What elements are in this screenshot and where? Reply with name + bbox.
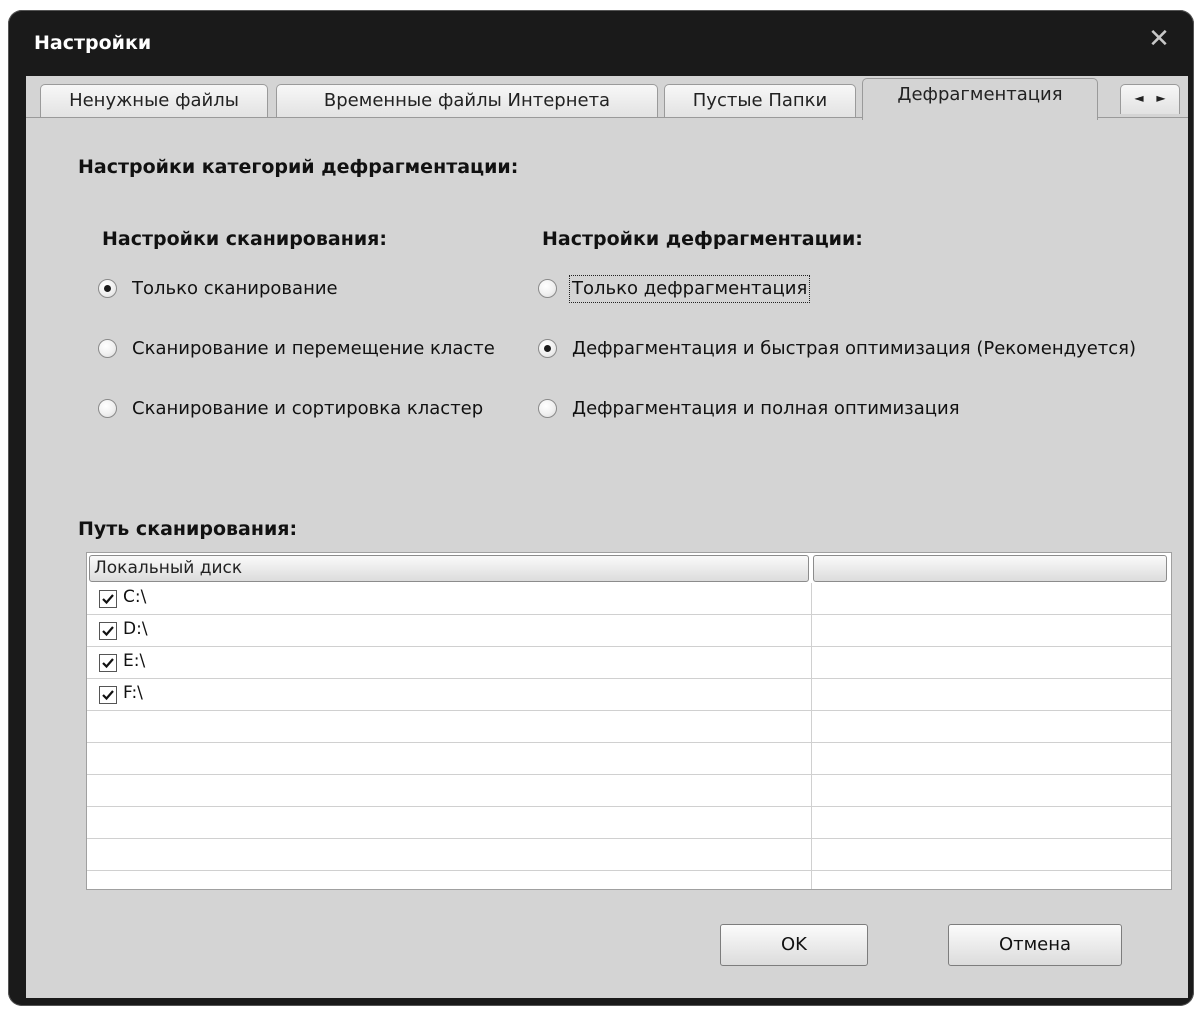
- scan-path-grid: Локальный диск C:\ D:\ E:\ F:\: [86, 552, 1172, 890]
- radio-unchecked-icon: [538, 399, 557, 418]
- radio-unchecked-icon: [98, 339, 117, 358]
- radio-checked-icon: [98, 279, 117, 298]
- drive-checkbox[interactable]: [99, 686, 117, 704]
- radio-defrag-only[interactable]: Только дефрагментация: [538, 275, 1178, 304]
- scroll-right-icon[interactable]: ►: [1151, 91, 1171, 105]
- scan-path-title: Путь сканирования:: [78, 518, 298, 540]
- radio-scan-only[interactable]: Только сканирование: [98, 276, 518, 304]
- radio-scan-and-move-clusters[interactable]: Сканирование и перемещение класте: [98, 336, 518, 364]
- radio-label: Только сканирование: [132, 278, 338, 299]
- column-header-empty[interactable]: [813, 555, 1167, 582]
- title-bar[interactable]: Настройки ✕: [8, 10, 1194, 72]
- table-row[interactable]: E:\: [87, 647, 1171, 679]
- radio-defrag-full-optimization[interactable]: Дефрагментация и полная оптимизация: [538, 396, 1178, 424]
- radio-label: Сканирование и сортировка кластер: [132, 398, 484, 419]
- tab-empty-folders[interactable]: Пустые Папки: [664, 84, 856, 118]
- table-row-empty: [87, 743, 1171, 775]
- radio-defrag-fast-optimization[interactable]: Дефрагментация и быстрая оптимизация (Ре…: [538, 336, 1176, 364]
- table-row-empty: [87, 871, 1171, 889]
- close-icon[interactable]: ✕: [1144, 24, 1174, 54]
- tab-junk-files[interactable]: Ненужные файлы: [40, 84, 268, 118]
- drive-checkbox[interactable]: [99, 590, 117, 608]
- drive-label: F:\: [123, 683, 143, 703]
- drive-label: E:\: [123, 651, 146, 671]
- scan-settings-title: Настройки сканирования:: [102, 228, 387, 250]
- radio-unchecked-icon: [538, 279, 557, 298]
- drive-label: D:\: [123, 619, 148, 639]
- table-row-empty: [87, 807, 1171, 839]
- section-title: Настройки категорий дефрагментации:: [78, 156, 519, 178]
- defrag-settings-title: Настройки дефрагментации:: [542, 228, 863, 250]
- column-divider: [811, 583, 812, 889]
- tab-defragmentation[interactable]: Дефрагментация: [862, 78, 1098, 120]
- table-row-empty: [87, 839, 1171, 871]
- drive-label: C:\: [123, 587, 147, 607]
- tab-internet-temp-files[interactable]: Временные файлы Интернета: [276, 84, 658, 118]
- radio-label: Сканирование и перемещение класте: [132, 338, 495, 359]
- scroll-left-icon[interactable]: ◄: [1129, 91, 1149, 105]
- radio-unchecked-icon: [98, 399, 117, 418]
- radio-label: Дефрагментация и быстрая оптимизация (Ре…: [572, 338, 1137, 359]
- radio-scan-and-sort-clusters[interactable]: Сканирование и сортировка кластер: [98, 396, 518, 424]
- table-row-empty: [87, 711, 1171, 743]
- table-row[interactable]: D:\: [87, 615, 1171, 647]
- column-header-local-disk[interactable]: Локальный диск: [89, 555, 809, 582]
- tab-scroll-arrows: ◄ ►: [1120, 84, 1180, 114]
- dialog-body: Ненужные файлы Временные файлы Интернета…: [26, 76, 1188, 998]
- drive-checkbox[interactable]: [99, 654, 117, 672]
- table-row[interactable]: F:\: [87, 679, 1171, 711]
- radio-label: Только дефрагментация: [568, 275, 811, 303]
- radio-label: Дефрагментация и полная оптимизация: [572, 398, 960, 419]
- settings-window: Настройки ✕ Ненужные файлы Временные фай…: [8, 10, 1194, 1006]
- radio-checked-icon: [538, 339, 557, 358]
- ok-button[interactable]: OK: [720, 924, 868, 966]
- cancel-button[interactable]: Отмена: [948, 924, 1122, 966]
- table-row-empty: [87, 775, 1171, 807]
- drive-checkbox[interactable]: [99, 622, 117, 640]
- table-row[interactable]: C:\: [87, 583, 1171, 615]
- tab-strip: Ненужные файлы Временные файлы Интернета…: [26, 76, 1188, 120]
- window-title: Настройки: [34, 32, 152, 54]
